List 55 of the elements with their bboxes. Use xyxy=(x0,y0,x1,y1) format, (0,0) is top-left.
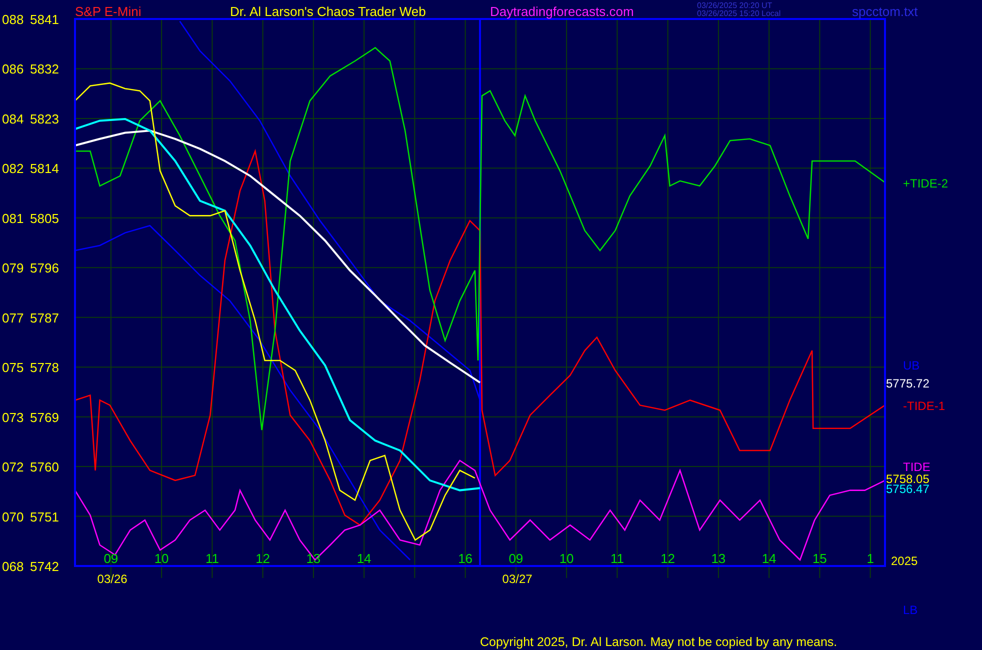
axis-label: 14 xyxy=(356,551,372,566)
axis-label: 5769 xyxy=(30,410,59,425)
axis-label: 11 xyxy=(610,551,624,566)
axis-label: 084 xyxy=(2,111,24,126)
axis-label: 15 xyxy=(812,551,827,566)
axis-label: 16 xyxy=(458,551,473,566)
axis-label: 10 xyxy=(559,551,574,566)
axis-label: 077 xyxy=(2,310,24,326)
chart-symbol: S&P E-Mini xyxy=(75,4,142,19)
axis-label: 073 xyxy=(2,410,24,425)
axis-label: 5805 xyxy=(30,210,59,226)
axis-label: 11 xyxy=(205,551,219,566)
website-name: Daytradingforecasts.com xyxy=(490,4,634,19)
series-label: TIDE xyxy=(903,460,930,474)
date-label: 03/26 xyxy=(97,572,128,586)
timestamp: 03/26/2025 20:20 UT xyxy=(697,1,772,10)
axis-label: 09 xyxy=(508,551,524,566)
series-label: +TIDE-2 xyxy=(903,176,948,191)
axis-label: 088 xyxy=(2,12,24,27)
axis-label: 081 xyxy=(2,210,24,226)
axis-label: 5814 xyxy=(30,161,59,176)
axis-label: 5787 xyxy=(30,310,59,326)
axis-label: 072 xyxy=(2,460,24,475)
axis-label: 5778 xyxy=(30,360,59,376)
value-label: 5756.47 xyxy=(886,482,930,496)
axis-label: 12 xyxy=(660,551,676,566)
axis-label: 082 xyxy=(2,161,24,176)
axis-label: 5823 xyxy=(30,111,59,126)
axis-label: 079 xyxy=(2,260,24,276)
series-label: -TIDE-1 xyxy=(903,399,945,414)
axis-label: 14 xyxy=(762,551,776,566)
year-label: 2025 xyxy=(891,554,918,568)
series-label: UB xyxy=(903,358,920,373)
axis-label: 5796 xyxy=(30,260,59,276)
axis-label: 070 xyxy=(2,509,24,524)
axis-label: 5751 xyxy=(30,509,59,524)
copyright-notice: Copyright 2025, Dr. Al Larson. May not be copied by any means. xyxy=(480,635,838,649)
axis-label: 5832 xyxy=(30,62,59,77)
axis-label: 10 xyxy=(154,551,169,566)
timestamp: 03/26/2025 15:20 Local xyxy=(697,9,781,18)
date-label: 03/27 xyxy=(502,572,532,586)
axis-label: 5742 xyxy=(30,559,59,574)
axis-label: 068 xyxy=(2,559,24,574)
axis-label: 12 xyxy=(256,551,270,566)
axis-label: 09 xyxy=(104,551,118,566)
value-label: 5775.72 xyxy=(886,376,930,391)
axis-label: 13 xyxy=(711,551,726,566)
axis-label: 086 xyxy=(2,62,24,77)
file-name: spcctom.txt xyxy=(852,4,918,19)
chart-title: Dr. Al Larson's Chaos Trader Web xyxy=(230,4,426,19)
series-label: LB xyxy=(903,603,918,617)
axis-label: 075 xyxy=(2,360,24,376)
axis-label: 5841 xyxy=(30,12,59,27)
axis-label: 5760 xyxy=(30,460,59,475)
axis-label: 1 xyxy=(866,551,874,566)
